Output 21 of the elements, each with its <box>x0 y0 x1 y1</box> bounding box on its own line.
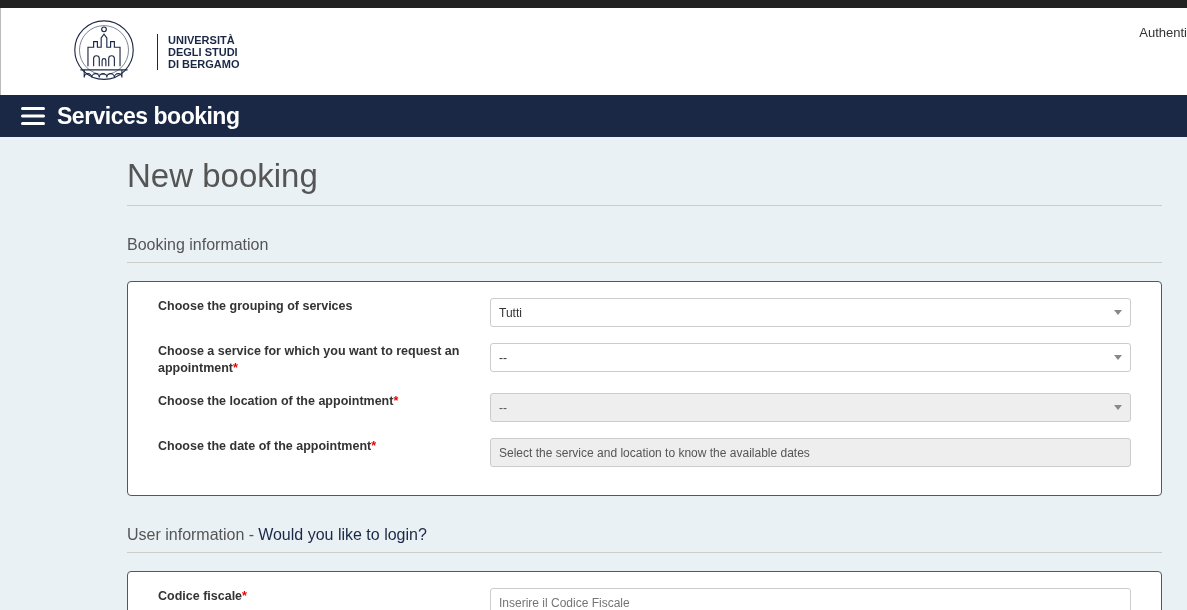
login-link[interactable]: Would you like to login? <box>258 526 427 544</box>
university-name: DEGLI STUDI <box>168 45 239 58</box>
field-label: Choose the date of the appointment* <box>158 438 378 455</box>
menu-icon[interactable] <box>21 107 45 125</box>
caret-icon <box>1114 355 1122 360</box>
university-name: UNIVERSITÀ <box>168 33 236 46</box>
section-title: User information - <box>127 526 255 544</box>
authentication-link[interactable]: Authenti <box>1139 25 1187 95</box>
section-title: Booking information <box>127 236 269 254</box>
dropdown[interactable]: -- <box>490 343 1131 372</box>
caret-icon <box>1114 405 1122 410</box>
page-title: New booking <box>127 157 1162 206</box>
caret-icon <box>1114 310 1122 315</box>
field-label: Choose the location of the appointment* <box>158 393 400 410</box>
field-label: Choose the grouping of services <box>158 298 354 315</box>
field-label: Choose a service for which you want to request an appointment* <box>158 343 461 377</box>
dropdown[interactable]: Tutti <box>490 298 1131 327</box>
field-label: Codice fiscale* <box>158 588 248 605</box>
app-title: Services booking <box>57 102 240 130</box>
university-name: DI BERGAMO <box>168 57 240 70</box>
input-field[interactable]: Inserire il Codice Fiscale <box>490 588 1131 610</box>
